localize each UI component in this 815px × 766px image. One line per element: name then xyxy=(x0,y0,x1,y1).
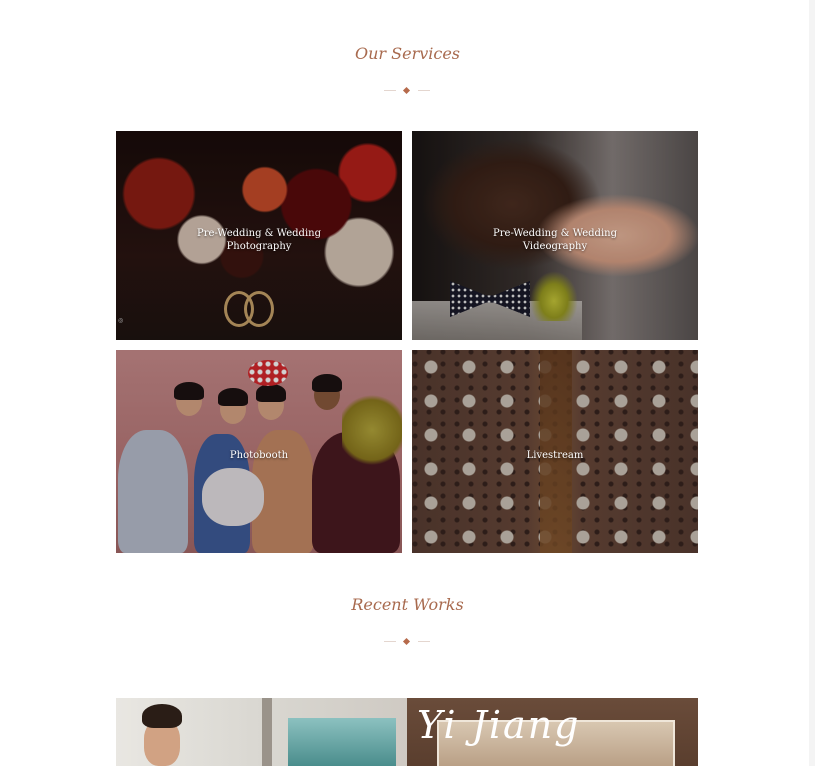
divider-line-left xyxy=(384,90,396,91)
service-label-videography: Pre-Wedding & Wedding Videography xyxy=(493,228,617,252)
service-label-photobooth: Photobooth xyxy=(229,450,289,461)
divider-line-left xyxy=(384,641,396,642)
recent-divider xyxy=(384,637,430,647)
pillar-image xyxy=(262,698,272,766)
divider-line-right xyxy=(418,90,430,91)
service-tile-livestream[interactable]: Livestream xyxy=(412,350,698,553)
service-tile-photobooth[interactable]: Photobooth xyxy=(116,350,402,553)
recent-works-strip: Yi Jiang xyxy=(116,698,698,766)
diamond-icon xyxy=(402,86,411,95)
services-divider xyxy=(384,86,430,96)
recent-work-card[interactable]: Yi Jiang xyxy=(407,698,698,766)
recent-work-card[interactable] xyxy=(116,698,407,766)
services-title: Our Services xyxy=(354,44,461,63)
service-tile-photography[interactable]: ◎ Pre-Wedding & Wedding Photography xyxy=(116,131,402,340)
recent-work-script-title: Yi Jiang xyxy=(417,703,581,747)
page: Our Services ◎ Pre-Wedding & Wedding Pho… xyxy=(0,0,815,766)
recent-works-title: Recent Works xyxy=(351,595,464,614)
service-label-livestream: Livestream xyxy=(526,450,584,461)
service-tile-videography[interactable]: Pre-Wedding & Wedding Videography xyxy=(412,131,698,340)
service-label-photography: Pre-Wedding & Wedding Photography xyxy=(197,228,321,252)
divider-line-right xyxy=(418,641,430,642)
scrollbar[interactable] xyxy=(809,0,815,766)
groom-hair-image xyxy=(142,704,182,728)
window-image xyxy=(288,718,396,766)
diamond-icon xyxy=(402,637,411,646)
